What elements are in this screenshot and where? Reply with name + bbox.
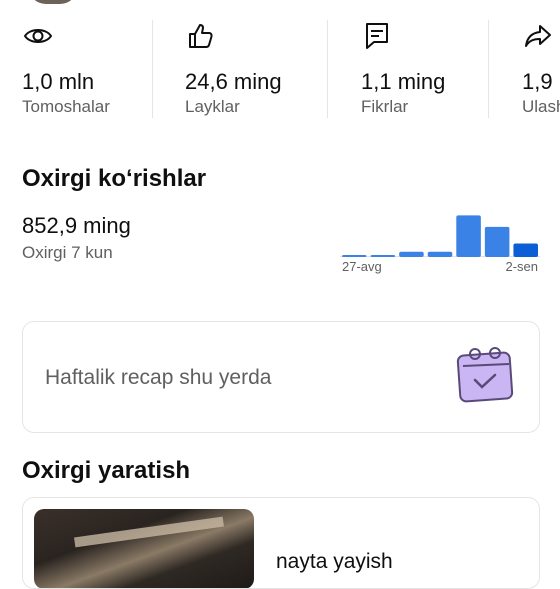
eye-icon (23, 29, 53, 43)
views-total: 852,9 ming (22, 213, 131, 238)
stats-row: 1,0 mln Tomoshalar 24,6 ming Layklar 1,1… (0, 0, 560, 130)
chart-bar-1-sen[interactable] (484, 226, 510, 257)
stat-value: 1,0 mln (22, 69, 95, 94)
stat-value: 1,9 (522, 69, 553, 94)
divider (488, 20, 489, 118)
recap-text: Haftalik recap shu yerda (45, 366, 272, 389)
chart-bar-2-sen[interactable] (513, 243, 538, 257)
divider (152, 20, 153, 118)
stat-label: Fikrlar (361, 97, 409, 116)
weekly-recap-card[interactable]: Haftalik recap shu yerda (22, 321, 540, 433)
tick-label-start: 27-avg (342, 259, 382, 274)
views-chart[interactable]: 27-avg 2-sen (340, 205, 540, 277)
video-thumbnail[interactable] (34, 509, 254, 588)
views-period: Oxirgi 7 kun (22, 243, 113, 262)
chart-bar-27-avg[interactable] (342, 255, 367, 257)
calendar-check-icon (456, 347, 514, 403)
chart-bar-29-avg[interactable] (399, 251, 424, 257)
chart-bar-30-avg[interactable] (427, 251, 453, 257)
share-icon (525, 25, 551, 47)
section-title-recent-views: Oxirgi ko‘rishlar (22, 165, 207, 192)
tick-label-end: 2-sen (505, 259, 538, 274)
thumbs-up-icon (189, 24, 213, 48)
stat-label: Tomoshalar (22, 97, 110, 116)
chart-bar-28-avg[interactable] (370, 255, 396, 257)
stat-label: Ulash (522, 97, 560, 116)
divider (327, 20, 328, 118)
section-title-recent-creation: Oxirgi yaratish (22, 457, 191, 484)
recent-creation-card[interactable]: nayta yayish (22, 497, 540, 589)
stat-label: Layklar (185, 97, 240, 116)
comment-icon (366, 23, 388, 49)
chart-bar-31-avg[interactable] (456, 215, 481, 257)
stat-value: 1,1 ming (361, 69, 446, 94)
stat-value: 24,6 ming (185, 69, 282, 94)
views-bar-chart (340, 215, 540, 257)
video-title: nayta yayish (276, 550, 393, 573)
